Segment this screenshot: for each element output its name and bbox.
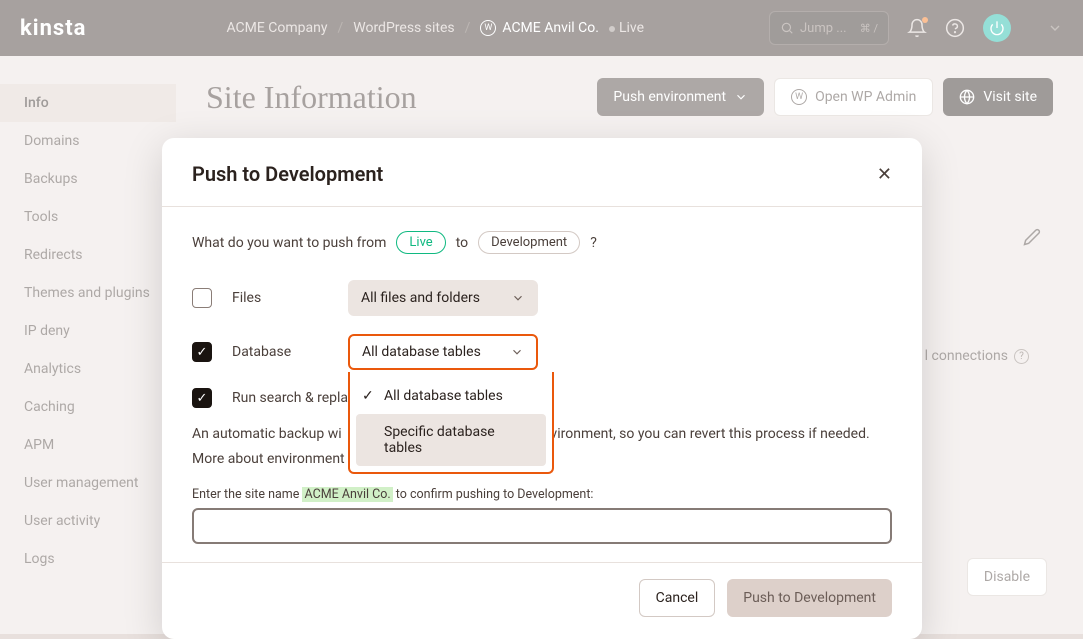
push-question-prefix: What do you want to push from [192, 235, 386, 251]
close-button[interactable]: ✕ [877, 164, 892, 185]
env-pill-to: Development [478, 231, 580, 254]
search-replace-checkbox[interactable] [192, 388, 212, 408]
confirm-site-name: ACME Anvil Co. [302, 487, 392, 502]
database-dropdown: All database tables Specific database ta… [348, 372, 554, 474]
push-modal: Push to Development ✕ What do you want t… [162, 138, 922, 639]
to-word: to [456, 235, 468, 251]
env-pill-from: Live [396, 231, 445, 254]
push-to-development-button[interactable]: Push to Development [727, 579, 892, 617]
db-option-all[interactable]: All database tables [350, 378, 552, 414]
question-mark: ? [590, 235, 597, 251]
backup-text-2: environment, so you can revert this proc… [535, 426, 869, 442]
confirm-input[interactable] [192, 508, 892, 544]
database-select-value: All database tables [362, 344, 510, 360]
chevron-down-icon [510, 345, 524, 359]
files-select-value: All files and folders [361, 290, 511, 306]
chevron-down-icon [511, 291, 525, 305]
files-label: Files [232, 290, 328, 306]
confirm-label-2: to confirm pushing to Development: [396, 487, 594, 502]
database-select[interactable]: All database tables All database tables … [348, 334, 538, 370]
modal-title: Push to Development [192, 162, 383, 186]
database-label: Database [232, 344, 328, 360]
backup-text-1: An automatic backup wi [192, 426, 342, 442]
files-checkbox[interactable] [192, 288, 212, 308]
cancel-button[interactable]: Cancel [639, 579, 716, 617]
database-checkbox[interactable] [192, 342, 212, 362]
search-replace-label: Run search & repla [232, 390, 348, 406]
confirm-label-1: Enter the site name [192, 487, 299, 502]
files-select[interactable]: All files and folders [348, 280, 538, 316]
